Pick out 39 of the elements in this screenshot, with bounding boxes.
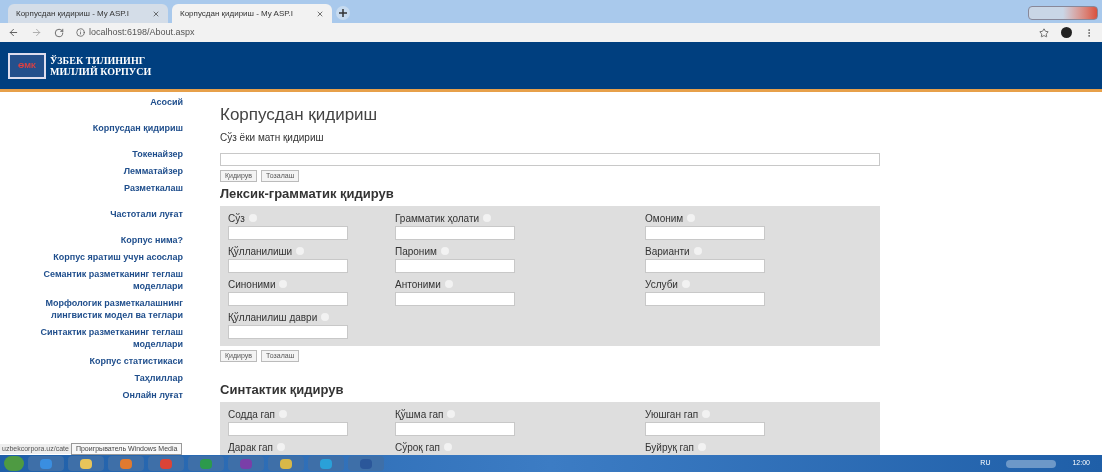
- field-label: Қўлланилиши: [228, 244, 293, 259]
- field-label: Сўз: [228, 211, 245, 226]
- section-heading: Синтактик қидирув: [220, 382, 345, 398]
- site-title: МИЛЛИЙ КОРПУСИ: [50, 65, 152, 77]
- sidebar-link[interactable]: Морфологик разметкалашнинг лингвистик модел ва теглари: [10, 297, 183, 321]
- sidebar-link[interactable]: Частотали луғат: [10, 208, 183, 220]
- field-label: Сўроқ гап: [395, 440, 440, 455]
- field-label: Варианти: [645, 244, 690, 259]
- search-label: Сўз ёки матн қидириш: [220, 131, 325, 145]
- sidebar-link[interactable]: Корпусдан қидириш: [10, 122, 183, 134]
- browser-tab[interactable]: Корпусдан қидириш - My ASP.I: [172, 4, 332, 23]
- field-label: Антоними: [395, 277, 441, 292]
- sidebar-link[interactable]: Семантик разметканинг теглаш моделлари: [10, 268, 183, 292]
- field-label: Буйруқ гап: [645, 440, 694, 455]
- sidebar-link[interactable]: Таҳлиллар: [10, 372, 183, 384]
- field-label: Синоними: [228, 277, 276, 292]
- field-label: Омоним: [645, 211, 684, 226]
- section-heading: Лексик-грамматик қидирув: [220, 186, 395, 202]
- sidebar-link[interactable]: Онлайн луғат: [10, 389, 183, 401]
- field-label: Дарак гап: [228, 440, 273, 455]
- browser-tab[interactable]: Корпусдан қидириш - My ASP.I: [8, 4, 168, 23]
- sidebar-link[interactable]: Лемматайзер: [10, 165, 183, 177]
- sidebar-link[interactable]: Корпус яратиш учун асослар: [10, 251, 183, 263]
- sidebar-link[interactable]: Синтактик разметканинг теглаш моделлари: [10, 326, 183, 350]
- field-label: Услуби: [645, 277, 678, 292]
- field-label: Грамматик ҳолати: [395, 211, 480, 226]
- sidebar-link[interactable]: Корпус статистикаси: [10, 355, 183, 367]
- sidebar-link[interactable]: Токенайзер: [10, 148, 183, 160]
- sidebar-link[interactable]: Корпус нима?: [10, 234, 183, 246]
- sidebar-link[interactable]: Разметкалаш: [10, 182, 183, 194]
- field-label: Содда гап: [228, 407, 275, 422]
- sidebar-link[interactable]: Асосий: [10, 96, 183, 108]
- field-label: Пароним: [395, 244, 437, 259]
- url-field[interactable]: localhost:6198/About.aspx: [89, 25, 195, 40]
- field-label: Қўлланилиш даври: [228, 310, 318, 325]
- site-title: ЎЗБЕК ТИЛИНИНГ: [50, 54, 147, 66]
- field-label: Қўшма гап: [395, 407, 444, 422]
- field-label: Уюшган гап: [645, 407, 699, 422]
- page-title: Корпусдан қидириш: [220, 104, 379, 126]
